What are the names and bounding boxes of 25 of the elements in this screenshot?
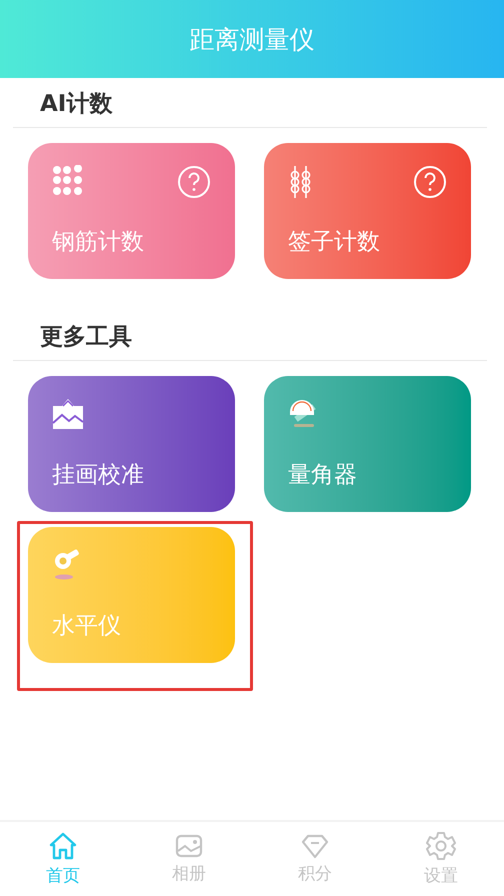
tool-card[interactable]: 钢筋计数 (28, 143, 235, 279)
section-title: AI计数 (39, 90, 112, 119)
nav-tab[interactable]: 积分 (252, 822, 378, 896)
nav-tab[interactable]: 设置 (378, 822, 504, 896)
nav-tab[interactable]: 首页 (0, 822, 126, 896)
picture-icon (175, 833, 203, 859)
tool-label: 挂画校准 (52, 461, 144, 490)
tool-label: 量角器 (288, 461, 357, 490)
section-title: 更多工具 (39, 323, 132, 352)
nav-tab[interactable]: 相册 (126, 822, 252, 896)
hanging-picture-icon (52, 398, 84, 430)
tool-card[interactable]: 挂画校准 (28, 376, 235, 512)
settings-icon (426, 831, 456, 861)
tool-label: 签子计数 (288, 228, 380, 257)
tool-label: 水平仪 (52, 612, 121, 641)
tool-card[interactable]: 签子计数 (264, 143, 471, 279)
tool-card[interactable]: 水平仪 (28, 527, 235, 663)
help-icon[interactable] (413, 165, 447, 199)
tool-card[interactable]: 量角器 (264, 376, 471, 512)
home-icon (48, 831, 78, 861)
tool-label: 钢筋计数 (52, 228, 144, 257)
gem-icon (301, 833, 329, 859)
help-icon[interactable] (177, 165, 211, 199)
level-icon (52, 549, 82, 581)
page-title: 距离测量仪 (190, 24, 314, 56)
